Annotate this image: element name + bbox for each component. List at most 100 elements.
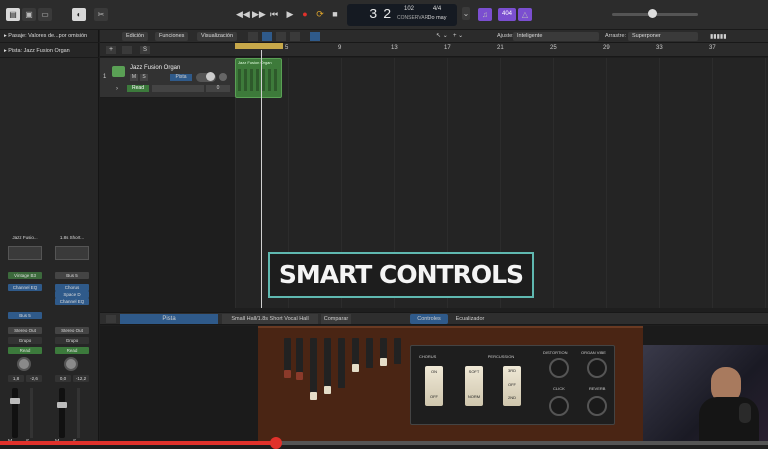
reverb-knob[interactable] xyxy=(587,396,607,416)
smart-controls-button[interactable]: ◐ xyxy=(72,8,86,21)
automation-slot[interactable]: Read xyxy=(55,347,89,354)
output-slot[interactable]: Stereo Out xyxy=(8,327,42,334)
forward-icon[interactable]: ▶▶ xyxy=(252,9,266,20)
volume-handle[interactable] xyxy=(206,72,215,81)
fader-cap[interactable] xyxy=(10,398,20,404)
group-slot[interactable]: Grupo xyxy=(8,337,42,344)
play-icon[interactable]: ▶ xyxy=(284,9,296,20)
master-volume-slider[interactable] xyxy=(612,9,698,18)
automation-icon[interactable] xyxy=(310,32,320,41)
drag-label: Arrastre: xyxy=(605,33,627,39)
master-volume-handle[interactable] xyxy=(648,9,657,18)
lcd-tempo-label: CONSERVAR xyxy=(397,15,429,21)
catch-icon[interactable] xyxy=(290,32,300,41)
bar-ruler[interactable]: 5 9 13 17 21 25 29 33 37 xyxy=(235,43,768,57)
track-tab[interactable]: Pista xyxy=(120,314,218,324)
drag-select[interactable]: Superponer xyxy=(628,32,698,41)
lcd-menu-icon[interactable]: ⌄ xyxy=(462,7,470,20)
count-badge[interactable]: 404 xyxy=(498,8,516,21)
drawbar[interactable] xyxy=(394,338,401,364)
volume-fader[interactable] xyxy=(10,388,20,438)
automation-mode[interactable]: Read xyxy=(127,85,149,92)
distortion-knob[interactable] xyxy=(549,358,569,378)
tuner-icon[interactable]: ♫ xyxy=(478,8,492,21)
input-slot[interactable]: Bus 5 xyxy=(55,272,89,279)
ruler-bar: 33 xyxy=(656,45,663,51)
track-name[interactable]: Jazz Fusion Organ xyxy=(130,65,180,71)
record-icon[interactable]: ● xyxy=(299,9,311,20)
output-slot[interactable]: Stereo Out xyxy=(55,327,89,334)
audio-fx-slot-2[interactable]: Space D xyxy=(55,291,89,298)
group-slot[interactable]: Grupo xyxy=(55,337,89,344)
snap-select[interactable]: Inteligente xyxy=(513,32,599,41)
automation-slot[interactable]: Read xyxy=(8,347,42,354)
send-slot[interactable]: Bus 5 xyxy=(8,312,42,319)
editors-button[interactable]: ✂ xyxy=(94,8,108,21)
video-progress-handle[interactable] xyxy=(270,437,283,449)
functions-menu[interactable]: Funciones xyxy=(155,32,189,41)
toolbar-button[interactable]: ▭ xyxy=(38,8,52,21)
metronome-icon[interactable]: △ xyxy=(518,8,532,21)
go-to-start-icon[interactable]: ⏮ xyxy=(268,9,280,20)
mute-button[interactable]: M xyxy=(130,74,138,81)
pointer-tool-icon[interactable]: ↖ ⌄ xyxy=(436,32,448,39)
audio-fx-slot[interactable]: Channel EQ xyxy=(8,284,42,291)
compare-button[interactable]: Comparar xyxy=(321,314,351,324)
disclosure-arrow-icon[interactable]: › xyxy=(116,86,118,92)
eq-thumbnail[interactable] xyxy=(8,246,42,260)
percussion-volume-rocker[interactable]: SOFT NORM xyxy=(465,366,483,406)
drawbar[interactable] xyxy=(380,338,387,366)
cycle-region[interactable] xyxy=(235,43,283,49)
duplicate-track-icon[interactable] xyxy=(122,46,132,54)
automation-value[interactable]: 0 xyxy=(206,85,230,92)
organ-vibe-knob[interactable] xyxy=(587,358,607,378)
waveform-zoom-icon[interactable]: ▮▮▮▮▮ xyxy=(710,33,727,40)
fader-cap[interactable] xyxy=(57,402,67,408)
lcd-display[interactable]: 3 2 102 CONSERVAR 4/4 Do may xyxy=(347,4,457,26)
playhead[interactable] xyxy=(261,50,262,308)
eq-thumbnail[interactable] xyxy=(55,246,89,260)
pan-knob[interactable] xyxy=(17,357,31,371)
view-menu[interactable]: Visualización xyxy=(197,32,238,41)
audio-fx-slot-1[interactable]: Chorus xyxy=(55,284,89,291)
rewind-icon[interactable]: ◀◀ xyxy=(236,9,250,20)
drawbar[interactable] xyxy=(310,338,317,400)
pan-knob[interactable] xyxy=(219,73,227,81)
flex-icon[interactable] xyxy=(276,32,286,41)
edit-menu[interactable]: Edición xyxy=(122,32,149,41)
region-label: Pasaje: Valores de...por omisión xyxy=(8,33,88,39)
track-header[interactable]: 1 Jazz Fusion Organ M S Pista › Read 0 xyxy=(100,58,235,98)
inspector-toggle-icon[interactable] xyxy=(106,315,116,323)
inspector-button[interactable]: ▣ xyxy=(22,8,36,21)
eq-tab[interactable]: Ecualizador xyxy=(450,314,490,324)
stop-icon[interactable]: ■ xyxy=(329,9,341,20)
controls-tab[interactable]: Controles xyxy=(410,314,448,324)
list-view-icon[interactable] xyxy=(262,32,272,41)
add-track-icon[interactable]: + xyxy=(106,46,116,54)
audio-fx-slot-3[interactable]: Channel EQ xyxy=(55,298,89,305)
click-knob[interactable] xyxy=(549,396,569,416)
volume-fader[interactable] xyxy=(57,388,67,438)
drawbar[interactable] xyxy=(324,338,331,394)
grid-view-icon[interactable] xyxy=(248,32,258,41)
midi-region[interactable]: Jazz Fusion Organ xyxy=(235,58,282,98)
track-button[interactable]: Pista xyxy=(170,74,192,81)
track-inspector-header[interactable]: ▸ Pista: Jazz Fusion Organ xyxy=(0,45,99,58)
preset-select[interactable]: Small Hall/1.8s Short Vocal Hall xyxy=(222,314,318,324)
drawbar[interactable] xyxy=(338,338,345,388)
drawbar[interactable] xyxy=(296,338,303,380)
drawbar[interactable] xyxy=(366,338,373,368)
pan-knob[interactable] xyxy=(64,357,78,371)
drawbar[interactable] xyxy=(352,338,359,372)
cycle-icon[interactable]: ⟳ xyxy=(314,9,326,20)
drawbar[interactable] xyxy=(284,338,291,378)
region-inspector-header[interactable]: ▸ Pasaje: Valores de...por omisión xyxy=(0,30,99,43)
percussion-harmonic-rocker[interactable]: 3RD OFF 2ND xyxy=(503,366,521,406)
pencil-tool-icon[interactable]: + ⌄ xyxy=(453,32,463,39)
library-button[interactable]: ▤ xyxy=(6,8,20,21)
global-tracks-icon[interactable]: S xyxy=(140,46,150,54)
chorus-rocker[interactable]: ON OFF xyxy=(425,366,443,406)
automation-param[interactable] xyxy=(152,85,204,92)
solo-button[interactable]: S xyxy=(140,74,148,81)
instrument-slot[interactable]: Vintage B3 xyxy=(8,272,42,279)
